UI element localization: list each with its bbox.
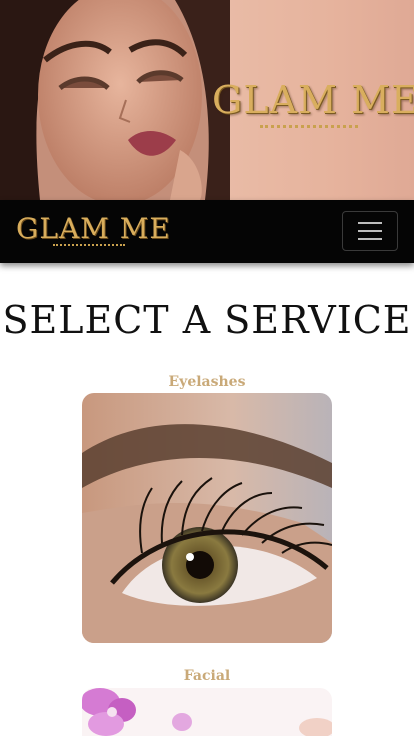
brand-underline: [53, 244, 125, 246]
brand-logo-link[interactable]: GLAM ME: [16, 212, 171, 245]
hero-logo-text: GLAM ME: [212, 78, 414, 122]
service-card-facial[interactable]: [82, 688, 332, 736]
eyelash-closeup-image: [82, 393, 332, 643]
hero-logo-underline: [260, 125, 358, 128]
hamburger-menu-icon: [358, 222, 382, 224]
navbar-toggle-button[interactable]: [342, 211, 398, 251]
hamburger-menu-icon: [358, 238, 382, 240]
service-card-eyelashes[interactable]: [82, 393, 332, 643]
hamburger-menu-icon: [358, 230, 382, 232]
orchid-flowers-image: [82, 688, 332, 736]
hero-banner: GLAM ME: [0, 0, 414, 200]
service-label-eyelashes: Eyelashes: [168, 374, 246, 390]
hero-portrait-image: [0, 0, 230, 200]
service-label-facial: Facial: [183, 668, 231, 684]
page-title: SELECT A SERVICE: [2, 298, 412, 342]
